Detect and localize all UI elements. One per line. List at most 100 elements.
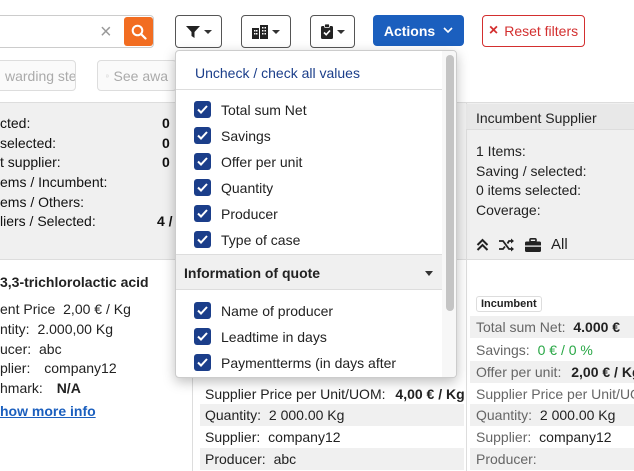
middle-producer-value: abc (273, 451, 297, 467)
dropdown-option-label: Type of case (221, 231, 301, 248)
shuffle-icon[interactable] (499, 238, 515, 252)
incumbent-saving: Saving / selected: (476, 163, 587, 179)
checkbox-checked-icon[interactable] (194, 231, 211, 248)
incumbent-savings-row: Savings: 0 € / 0 % (470, 339, 634, 361)
summary-value: 0 (162, 154, 170, 170)
middle-supplier-price-row: Supplier Price per Unit/UOM: 4,00 € / Kg (200, 383, 465, 405)
actions-button[interactable]: Actions (373, 15, 464, 46)
summary-label: t supplier: (0, 154, 61, 170)
product-producer-label: ucer: (0, 341, 32, 357)
incumbent-producer-row: Producer: (470, 448, 634, 470)
incumbent-badge: Incumbent (476, 296, 542, 312)
company-filter-button[interactable] (241, 15, 291, 48)
search-button[interactable] (124, 17, 153, 46)
dropdown-option[interactable]: Name of producer (194, 302, 333, 319)
summary-label: ems / Incumbent: (0, 174, 108, 190)
checkbox-checked-icon[interactable] (194, 328, 211, 345)
product-benchmark-label: hmark: (0, 380, 43, 396)
all-label[interactable]: All (551, 236, 568, 253)
clipboard-filter-button[interactable] (310, 15, 355, 48)
dropdown-option[interactable]: Offer per unit (194, 153, 302, 170)
product-producer-row: ucer: abc (0, 341, 62, 357)
chevron-down-icon (443, 27, 453, 34)
middle-supplier-price-label: Supplier Price per Unit/UOM: (205, 386, 386, 402)
checkbox-icon (106, 74, 109, 77)
incumbent-coverage: Coverage: (476, 202, 541, 218)
chevron-down-icon (203, 29, 212, 34)
checkbox-checked-icon[interactable] (194, 354, 211, 371)
incumbent-supplier-header: Incumbent Supplier (466, 104, 634, 130)
summary-label: cted: (0, 115, 31, 131)
middle-supplier-label: Supplier: (205, 429, 261, 445)
dropdown-option[interactable]: Type of case (194, 231, 300, 248)
filter-button[interactable] (175, 15, 222, 48)
section-title: Information of quote (184, 265, 321, 281)
incumbent-items-selected: 0 items selected: (476, 182, 582, 198)
column-divider (466, 102, 467, 471)
checkbox-checked-icon[interactable] (194, 179, 211, 196)
summary-label: liers / Selected: (0, 213, 96, 229)
incumbent-producer-label: Producer: (476, 451, 537, 467)
incumbent-savings-value: 0 € / 0 % (537, 342, 593, 358)
incumbent-supplier-price-label: Supplier Price per Unit/UOM: (476, 386, 634, 402)
dropdown-option-label: Offer per unit (221, 153, 303, 170)
dropdown-option[interactable]: Producer (194, 205, 278, 222)
building-icon (252, 24, 268, 39)
incumbent-quantity-label: Quantity: (476, 407, 533, 423)
show-more-info-link[interactable]: how more info (0, 403, 96, 419)
dropdown-option-label: Paymentterms (in days after (221, 354, 397, 371)
incumbent-quantity-value: 2 000.00 Kg (539, 407, 616, 423)
dropdown-scrollbar-thumb[interactable] (446, 55, 454, 311)
incumbent-offer-row: Offer per unit: 2,00 € / Kg (470, 361, 634, 383)
dropdown-option-label: Savings (221, 127, 271, 144)
product-quantity-label: ntity: (0, 321, 30, 337)
clear-search-icon[interactable]: × (100, 22, 112, 42)
middle-producer-row: Producer: abc (200, 448, 464, 470)
dropdown-option[interactable]: Leadtime in days (194, 328, 327, 345)
checkbox-checked-icon[interactable] (194, 127, 211, 144)
reset-filters-label: Reset filters (504, 23, 579, 39)
dropdown-option-label: Producer (221, 205, 278, 222)
dropdown-option[interactable]: Total sum Net (194, 101, 307, 118)
incumbent-offer-value: 2,00 € / Kg (571, 364, 634, 380)
search-icon (131, 24, 147, 40)
product-benchmark-value: N/A (56, 380, 81, 396)
checkbox-checked-icon[interactable] (194, 205, 211, 222)
incumbent-savings-label: Savings: (476, 342, 530, 358)
awarding-step-button[interactable]: warding step (0, 60, 76, 91)
middle-supplier-row: Supplier: company12 (200, 426, 464, 448)
incumbent-supplier-label: Supplier: (476, 429, 532, 445)
reset-filters-button[interactable]: × Reset filters (482, 15, 585, 47)
product-price-label: ent Price (0, 301, 56, 317)
briefcase-icon[interactable] (525, 237, 541, 252)
dropdown-option[interactable]: Quantity (194, 179, 273, 196)
checkbox-checked-icon[interactable] (194, 302, 211, 319)
middle-supplier-price-value: 4,00 € / Kg (395, 386, 465, 402)
middle-quantity-row: Quantity: 2 000.00 Kg (200, 404, 464, 426)
product-supplier-row: plier: company12 (0, 360, 117, 376)
middle-quantity-label: Quantity: (205, 407, 262, 423)
summary-value: 0 (162, 115, 170, 131)
incumbent-actions: All (476, 236, 568, 253)
collapse-up-icon[interactable] (476, 238, 489, 252)
uncheck-all-link[interactable]: Uncheck / check all values (195, 65, 360, 81)
middle-quantity-value: 2 000.00 Kg (268, 407, 345, 423)
close-icon: × (488, 22, 499, 39)
dropdown-option[interactable]: Paymentterms (in days after (194, 354, 396, 371)
dropdown-option-label: Leadtime in days (221, 328, 327, 345)
see-awarding-label: See awa (113, 67, 168, 84)
information-of-quote-section[interactable]: Information of quote (176, 254, 442, 290)
chevron-down-icon (272, 29, 280, 34)
product-title: 3,3-trichlorolactic acid (0, 274, 149, 290)
dropdown-option-label: Quantity (221, 179, 274, 196)
incumbent-offer-label: Offer per unit: (476, 364, 562, 380)
summary-label: ems / Others: (0, 194, 85, 210)
product-price-value: 2,00 € / Kg (63, 301, 131, 317)
checkbox-checked-icon[interactable] (194, 101, 211, 118)
chevron-down-icon (336, 29, 345, 34)
dropdown-option[interactable]: Savings (194, 127, 271, 144)
awarding-step-label: warding step (5, 67, 76, 84)
checkbox-checked-icon[interactable] (194, 153, 211, 170)
product-benchmark-row: hmark: N/A (0, 380, 81, 396)
see-awarding-button[interactable]: See awa (97, 60, 177, 91)
